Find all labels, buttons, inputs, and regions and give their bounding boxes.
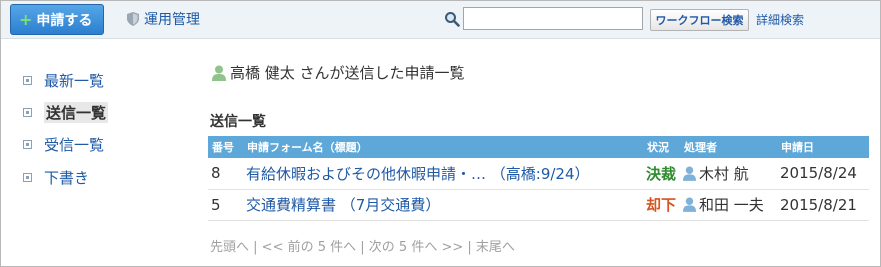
pager-first: 先頭へ [210,240,250,255]
page-title-text: 高橋 健太 さんが送信した申請一覧 [230,64,465,82]
bullet-icon [23,76,32,85]
column-header-handler[interactable]: 処理者 [680,136,777,158]
handler-cell: 和田 一夫 [680,189,777,221]
section-title: 送信一覧 [210,114,266,130]
plus-icon: + [19,9,33,29]
row-number: 8 [208,158,243,190]
admin-label: 運用管理 [144,12,200,28]
table-header-row: 番号 申請フォーム名（標題） 状況 処理者 申請日 [208,136,869,158]
bullet-icon [23,173,32,182]
sidebar-item-label: 下書き [44,169,90,187]
request-link[interactable]: 交通費精算書 （7月交通費） [243,189,643,221]
new-request-button[interactable]: + 申請する [10,4,104,35]
column-header-number[interactable]: 番号 [208,136,243,158]
admin-link[interactable]: 運用管理 [127,9,200,29]
status-badge: 却下 [643,189,680,221]
window-frame [0,0,881,267]
sidebar-item-label: 受信一覧 [44,136,105,154]
search-icon[interactable] [444,11,460,27]
pagination: 先頭へ | << 前の 5 件へ | 次の 5 件へ >> | 末尾へ [210,236,515,255]
sidebar-item-latest[interactable]: 最新一覧 [23,70,104,91]
workflow-search-button[interactable]: ワークフロー検索 [650,9,749,31]
search-input[interactable] [463,7,643,30]
bullet-icon [23,108,32,117]
handler-name[interactable]: 木村 航 [699,163,749,184]
column-header-status[interactable]: 状況 [643,136,680,158]
page-title: 高橋 健太 さんが送信した申請一覧 [212,62,465,83]
handler-cell: 木村 航 [680,158,777,190]
advanced-search-link[interactable]: 詳細検索 [756,11,804,28]
request-date: 2015/8/21 [777,189,869,221]
pager-last: 末尾へ [475,240,515,255]
new-request-label: 申請する [36,12,93,29]
sidebar-item-label: 送信一覧 [44,102,109,123]
row-number: 5 [208,189,243,221]
status-badge: 決裁 [643,158,680,190]
request-link[interactable]: 有給休暇およびその他休暇申請・… （高橋:9/24） [243,158,643,190]
request-date: 2015/8/24 [777,158,869,190]
sidebar-item-received[interactable]: 受信一覧 [23,134,104,155]
handler-name[interactable]: 和田 一夫 [699,194,764,215]
table-row: 8 有給休暇およびその他休暇申請・… （高橋:9/24） 決裁 木村 航 201… [208,158,869,190]
pager-separator: | [463,240,476,255]
shield-icon [127,12,139,26]
table-row: 5 交通費精算書 （7月交通費） 却下 和田 一夫 2015/8/21 [208,189,869,221]
pager-separator: | [356,240,369,255]
pager-separator: | [249,240,262,255]
user-icon [683,166,696,181]
sidebar-item-sent[interactable]: 送信一覧 [23,102,109,123]
column-header-date[interactable]: 申請日 [777,136,869,158]
user-icon [212,65,226,81]
sent-requests-table: 番号 申請フォーム名（標題） 状況 処理者 申請日 8 有給休暇およびその他休暇… [208,136,869,221]
toolbar: + 申請する 運用管理 ワークフロー検索 詳細検索 [1,1,880,39]
pager-next: 次の 5 件へ >> [368,240,464,255]
column-header-form[interactable]: 申請フォーム名（標題） [243,136,643,158]
sidebar-item-label: 最新一覧 [44,72,105,90]
sidebar-item-drafts[interactable]: 下書き [23,167,89,188]
pager-prev: << 前の 5 件へ [261,240,357,255]
user-icon [683,197,696,212]
bullet-icon [23,140,32,149]
